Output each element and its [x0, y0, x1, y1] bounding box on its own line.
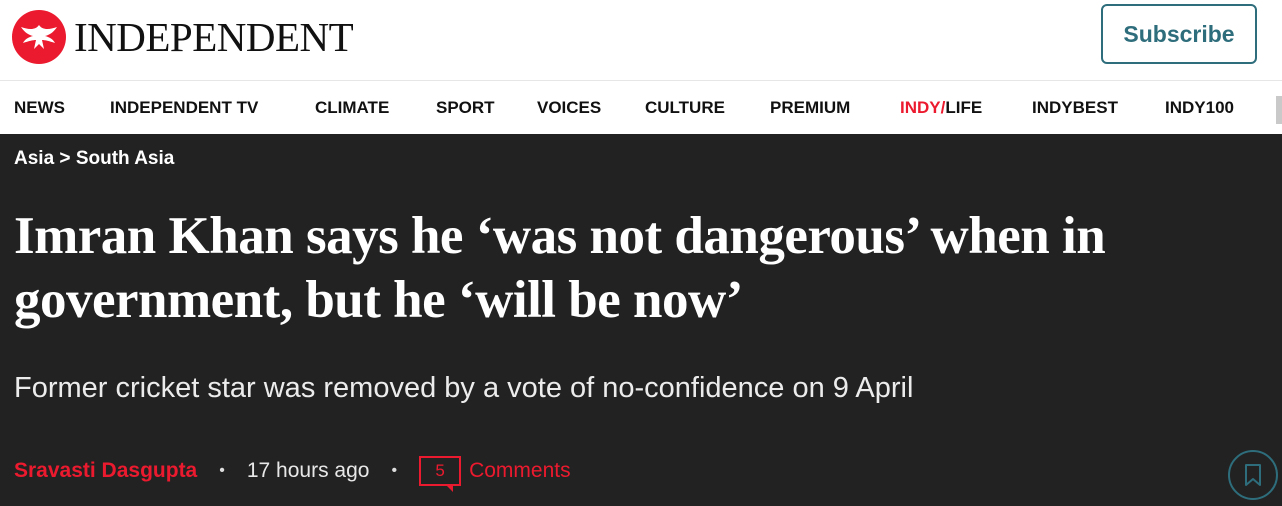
comments-count: 5	[435, 461, 445, 480]
comments-link[interactable]: 5 Comments	[419, 456, 571, 492]
nav-item-voices[interactable]: VOICES	[537, 98, 601, 118]
nav-item-culture[interactable]: CULTURE	[645, 98, 725, 118]
nav-item-climate[interactable]: CLIMATE	[315, 98, 389, 118]
section-nav: NEWS INDEPENDENT TV CLIMATE SPORT VOICES…	[0, 80, 1282, 134]
nav-item-indy100[interactable]: INDY100	[1165, 98, 1234, 118]
nav-item-news[interactable]: NEWS	[14, 98, 65, 118]
breadcrumb: Asia > South Asia	[14, 148, 174, 170]
bookmark-button[interactable]	[1228, 450, 1278, 500]
headline: Imran Khan says he ‘was not dangerous’ w…	[14, 207, 1106, 329]
article-header: Asia > South Asia Imran Khan says he ‘wa…	[0, 134, 1282, 506]
breadcrumb-asia[interactable]: Asia	[14, 148, 54, 169]
breadcrumb-south-asia[interactable]: South Asia	[76, 148, 175, 169]
nav-item-premium[interactable]: PREMIUM	[770, 98, 850, 118]
byline-bullet: •	[219, 462, 225, 479]
comments-label: Comments	[469, 459, 571, 482]
nav-scroll-indicator[interactable]	[1276, 96, 1282, 124]
nav-item-indybest[interactable]: INDYBEST	[1032, 98, 1118, 118]
logo-wordmark: INDEPENDENT	[74, 13, 354, 60]
masthead: INDEPENDENT Subscribe	[0, 0, 1282, 80]
logo[interactable]: INDEPENDENT	[12, 10, 354, 64]
comment-bubble-icon: 5	[419, 456, 462, 492]
byline: Sravasti Dasgupta • 17 hours ago • 5 Com…	[14, 456, 571, 492]
bookmark-icon	[1245, 464, 1261, 486]
byline-bullet: •	[391, 462, 398, 479]
breadcrumb-separator: >	[59, 148, 71, 169]
nav-item-indy-life[interactable]: INDY/LIFE	[900, 98, 982, 118]
nav-item-independent-tv[interactable]: INDEPENDENT TV	[110, 98, 258, 118]
subscribe-button[interactable]: Subscribe	[1101, 4, 1257, 64]
eagle-icon	[12, 10, 66, 64]
nav-life-suffix: LIFE	[945, 98, 983, 117]
author-link[interactable]: Sravasti Dasgupta	[14, 459, 197, 483]
standfirst: Former cricket star was removed by a vot…	[14, 372, 914, 404]
publish-time: 17 hours ago	[246, 459, 370, 482]
nav-indy-prefix: INDY/	[900, 98, 946, 117]
nav-item-sport[interactable]: SPORT	[436, 98, 495, 118]
